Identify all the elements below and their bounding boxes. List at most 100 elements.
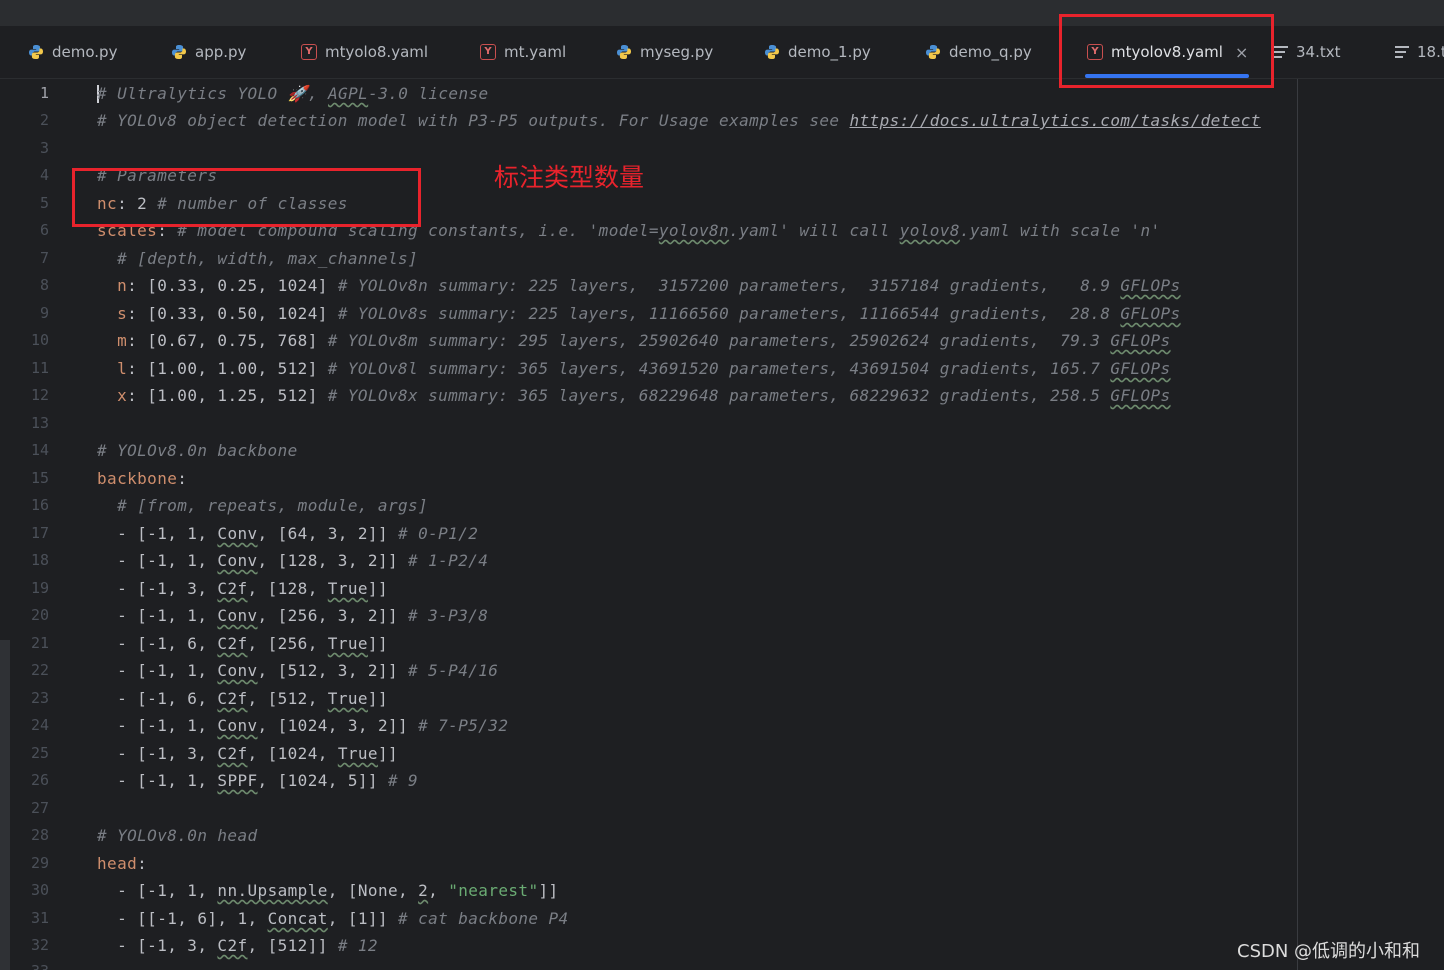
code-line: 26 - [-1, 1, SPPF, [1024, 5]] # 9 bbox=[0, 767, 1444, 794]
line-number: 18 bbox=[30, 551, 49, 569]
code-text: # [depth, width, max_channels] bbox=[97, 249, 419, 268]
line-number: 33 bbox=[0, 958, 49, 970]
code-text: x: [1.00, 1.25, 512] # YOLOv8x summary: … bbox=[117, 386, 1171, 405]
code-text: n: [0.33, 0.25, 1024] # YOLOv8n summary:… bbox=[117, 276, 1181, 295]
line-number: 27 bbox=[30, 799, 49, 817]
code-line: 13 bbox=[0, 410, 1444, 437]
line-number: 1 bbox=[39, 84, 49, 102]
code-line: 33 bbox=[0, 958, 1444, 970]
code-line: 16 # [from, repeats, module, args] bbox=[0, 492, 1444, 519]
code-line: 12 x: [1.00, 1.25, 512] # YOLOv8x summar… bbox=[0, 382, 1444, 409]
tab-label: 34.txt bbox=[1296, 43, 1341, 61]
annotation-box-nc bbox=[72, 168, 421, 227]
code-text: - [[-1, 6], 1, Concat, [1]] # cat backbo… bbox=[97, 909, 569, 928]
line-number: 25 bbox=[30, 744, 49, 762]
text-file-icon bbox=[1395, 46, 1409, 58]
tab-demo-1-py[interactable]: demo_1.py bbox=[764, 26, 871, 78]
yaml-icon: Y bbox=[480, 44, 496, 60]
tab-label: myseg.py bbox=[640, 43, 714, 61]
code-line: 23 - [-1, 6, C2f, [512, True]] bbox=[0, 685, 1444, 712]
code-text: m: [0.67, 0.75, 768] # YOLOv8m summary: … bbox=[117, 331, 1171, 350]
tab-mt-yaml[interactable]: Y mt.yaml bbox=[480, 26, 566, 78]
tab-demo-q-py[interactable]: demo_q.py bbox=[925, 26, 1032, 78]
tab-mtyolo8-yaml[interactable]: Y mtyolo8.yaml bbox=[301, 26, 428, 78]
code-text: l: [1.00, 1.00, 512] # YOLOv8l summary: … bbox=[117, 359, 1171, 378]
line-number: 23 bbox=[30, 689, 49, 707]
code-text: - [-1, 6, C2f, [512, True]] bbox=[97, 689, 388, 708]
code-text: # Ultralytics YOLO 🚀, AGPL-3.0 license bbox=[97, 84, 489, 103]
tab-demo-py[interactable]: demo.py bbox=[28, 26, 117, 78]
code-line: 22 - [-1, 1, Conv, [512, 3, 2]] # 5-P4/1… bbox=[0, 657, 1444, 684]
code-line: 30 - [-1, 1, nn.Upsample, [None, 2, "nea… bbox=[0, 877, 1444, 904]
python-icon bbox=[764, 44, 780, 60]
code-text: - [-1, 1, Conv, [64, 3, 2]] # 0-P1/2 bbox=[97, 524, 479, 543]
line-number: 24 bbox=[30, 716, 49, 734]
code-line: 20 - [-1, 1, Conv, [256, 3, 2]] # 3-P3/8 bbox=[0, 602, 1444, 629]
code-line: 24 - [-1, 1, Conv, [1024, 3, 2]] # 7-P5/… bbox=[0, 712, 1444, 739]
code-line: 18 - [-1, 1, Conv, [128, 3, 2]] # 1-P2/4 bbox=[0, 547, 1444, 574]
line-number: 11 bbox=[30, 359, 49, 377]
line-number: 31 bbox=[30, 909, 49, 927]
code-text: - [-1, 1, Conv, [256, 3, 2]] # 3-P3/8 bbox=[97, 606, 489, 625]
watermark: CSDN @低调的小和和 bbox=[1237, 941, 1421, 962]
code-line: 17 - [-1, 1, Conv, [64, 3, 2]] # 0-P1/2 bbox=[0, 520, 1444, 547]
code-text: - [-1, 6, C2f, [256, True]] bbox=[97, 634, 388, 653]
code-text: - [-1, 1, Conv, [1024, 3, 2]] # 7-P5/32 bbox=[97, 716, 509, 735]
code-line: 3 bbox=[0, 135, 1444, 162]
code-text: - [-1, 3, C2f, [128, True]] bbox=[97, 579, 388, 598]
line-number: 2 bbox=[39, 111, 49, 129]
line-number: 17 bbox=[30, 524, 49, 542]
tab-app-py[interactable]: app.py bbox=[171, 26, 246, 78]
tab-label: 18.t bbox=[1417, 43, 1444, 61]
code-line: 19 - [-1, 3, C2f, [128, True]] bbox=[0, 575, 1444, 602]
line-number: 32 bbox=[30, 936, 49, 954]
code-line: 8 n: [0.33, 0.25, 1024] # YOLOv8n summar… bbox=[0, 272, 1444, 299]
code-text: # YOLOv8.0n head bbox=[97, 826, 258, 845]
line-number: 29 bbox=[30, 854, 49, 872]
tab-34-txt[interactable]: 34.txt bbox=[1274, 26, 1341, 78]
code-line: 7 # [depth, width, max_channels] bbox=[0, 245, 1444, 272]
line-number: 14 bbox=[30, 441, 49, 459]
line-number: 5 bbox=[39, 194, 49, 212]
line-number: 21 bbox=[30, 634, 49, 652]
line-number: 26 bbox=[30, 771, 49, 789]
line-number: 10 bbox=[30, 331, 49, 349]
code-text: # [from, repeats, module, args] bbox=[97, 496, 429, 515]
code-line: 29 head: bbox=[0, 850, 1444, 877]
code-line: 28 # YOLOv8.0n head bbox=[0, 822, 1444, 849]
code-text: s: [0.33, 0.50, 1024] # YOLOv8s summary:… bbox=[117, 304, 1181, 323]
line-number: 16 bbox=[30, 496, 49, 514]
tab-label: demo_1.py bbox=[788, 43, 871, 61]
code-line: 10 m: [0.67, 0.75, 768] # YOLOv8m summar… bbox=[0, 327, 1444, 354]
code-text: backbone: bbox=[97, 469, 188, 488]
line-number: 22 bbox=[30, 661, 49, 679]
code-text: head: bbox=[97, 854, 148, 873]
code-line: 2 # YOLOv8 object detection model with P… bbox=[0, 107, 1444, 134]
code-line: 15 backbone: bbox=[0, 465, 1444, 492]
code-line: 31 - [[-1, 6], 1, Concat, [1]] # cat bac… bbox=[0, 905, 1444, 932]
line-number: 13 bbox=[30, 414, 49, 432]
line-number: 4 bbox=[39, 166, 49, 184]
line-number: 19 bbox=[30, 579, 49, 597]
tab-myseg-py[interactable]: myseg.py bbox=[616, 26, 713, 78]
code-line: 27 bbox=[0, 795, 1444, 822]
line-number: 6 bbox=[39, 221, 49, 239]
docs-link[interactable]: https://docs.ultralytics.com/tasks/detec… bbox=[849, 111, 1260, 130]
code-text: # YOLOv8 object detection model with P3-… bbox=[97, 111, 1261, 130]
tab-label: mtyolo8.yaml bbox=[325, 43, 429, 61]
code-text: - [-1, 1, Conv, [128, 3, 2]] # 1-P2/4 bbox=[97, 551, 489, 570]
line-number: 12 bbox=[30, 386, 49, 404]
line-number: 28 bbox=[30, 826, 49, 844]
code-text: # YOLOv8.0n backbone bbox=[97, 441, 298, 460]
tab-label: app.py bbox=[195, 43, 247, 61]
annotation-label: 标注类型数量 bbox=[494, 163, 645, 192]
line-number: 9 bbox=[39, 304, 49, 322]
code-text: - [-1, 1, nn.Upsample, [None, 2, "neares… bbox=[97, 881, 559, 900]
tab-18-txt[interactable]: 18.t bbox=[1395, 26, 1444, 78]
line-number: 3 bbox=[39, 139, 49, 157]
code-line: 25 - [-1, 3, C2f, [1024, True]] bbox=[0, 740, 1444, 767]
code-text: - [-1, 3, C2f, [512]] # 12 bbox=[97, 936, 378, 955]
text-file-icon bbox=[1274, 46, 1288, 58]
tab-label: demo.py bbox=[52, 43, 118, 61]
line-number: 8 bbox=[39, 276, 49, 294]
